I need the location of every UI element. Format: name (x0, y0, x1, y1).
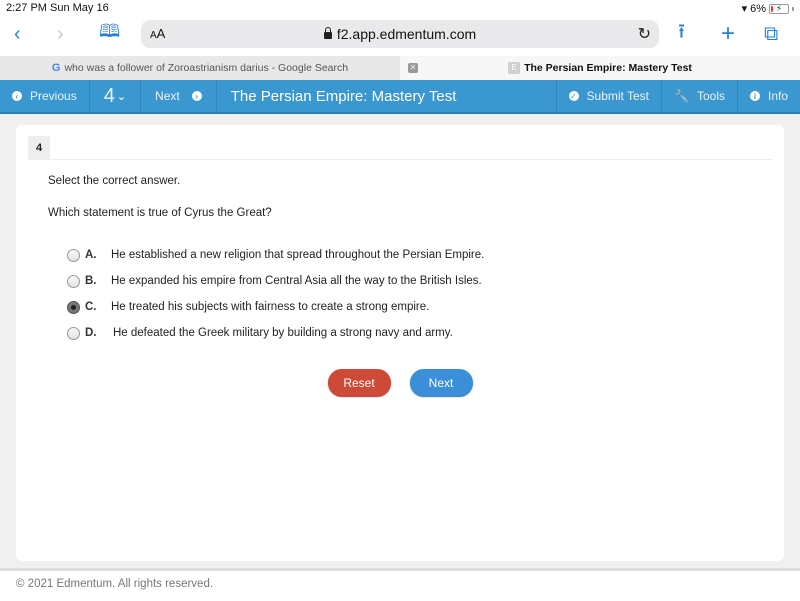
tab-persian-empire[interactable]: ✕ E The Persian Empire: Mastery Test (400, 56, 800, 80)
previous-label: Previous (30, 89, 77, 103)
lock-icon (323, 27, 332, 39)
option-d[interactable]: D. He defeated the Greek military by bui… (67, 320, 484, 346)
status-right: ▾ 6% ⚡ (742, 2, 794, 15)
previous-button[interactable]: ‹ Previous (0, 80, 90, 112)
edmentum-icon: E (508, 62, 521, 74)
chevron-down-icon: ⌄ (116, 90, 127, 103)
option-letter: B. (85, 275, 97, 287)
next-button[interactable]: Next (409, 369, 473, 396)
bookmarks-icon[interactable]: 🕮 (99, 21, 120, 46)
option-text: He expanded his empire from Central Asia… (111, 275, 482, 287)
wifi-icon: ▾ (741, 3, 748, 15)
option-text: He treated his subjects with fairness to… (111, 301, 430, 313)
question-number: 4 (103, 84, 115, 107)
option-letter: A. (85, 249, 97, 261)
wrench-icon: 🔧 (674, 89, 689, 103)
browser-toolbar: ‹ › 🕮 AA f2.app.edmentum.com ↻ ⭱ + ⧉ (0, 16, 800, 56)
question-number-tab: 4 (28, 136, 50, 159)
status-date: Sun May 16 (50, 2, 109, 14)
address-bar[interactable]: AA f2.app.edmentum.com ↻ (141, 20, 659, 48)
browser-tabs: G who was a follower of Zoroastrianism d… (0, 56, 800, 80)
battery-percent: 6% (750, 2, 766, 15)
question-selector[interactable]: 4 ⌄ (90, 80, 142, 112)
new-tab-icon[interactable]: + (721, 20, 735, 47)
status-bar: 2:27 PM Sun May 16 ▾ 6% ⚡ (0, 0, 800, 16)
instruction-text: Select the correct answer. (48, 175, 181, 187)
option-letter: D. (85, 327, 97, 339)
info-button[interactable]: i Info (736, 80, 800, 112)
option-text: He established a new religion that sprea… (111, 249, 485, 261)
status-time: 2:27 PM (6, 2, 47, 14)
check-circle-icon: ✓ (568, 91, 579, 101)
answer-options: A. He established a new religion that sp… (67, 242, 484, 346)
tab-title: who was a follower of Zoroastrianism dar… (64, 62, 349, 74)
back-icon[interactable]: ‹ (14, 22, 21, 46)
tools-button[interactable]: 🔧 Tools (661, 80, 737, 112)
arrow-left-circle-icon: ‹ (12, 91, 22, 101)
question-prompt: Which statement is true of Cyrus the Gre… (48, 207, 272, 219)
next-nav-button[interactable]: Next › (141, 80, 217, 112)
radio-button[interactable] (67, 248, 80, 262)
option-c[interactable]: C. He treated his subjects with fairness… (67, 294, 484, 320)
tabs-overview-icon[interactable]: ⧉ (764, 22, 778, 46)
next-label: Next (155, 89, 180, 103)
option-b[interactable]: B. He expanded his empire from Central A… (67, 268, 484, 294)
radio-button[interactable] (67, 326, 80, 340)
test-navbar: ‹ Previous 4 ⌄ Next › The Persian Empire:… (0, 80, 800, 114)
info-icon: i (749, 91, 760, 101)
option-text: He defeated the Greek military by buildi… (113, 327, 453, 339)
battery-icon: ⚡ (769, 3, 789, 14)
arrow-right-circle-icon: › (191, 91, 202, 101)
copyright-text: © 2021 Edmentum. All rights reserved. (16, 578, 214, 590)
option-letter: C. (85, 301, 97, 313)
divider (28, 159, 772, 160)
close-tab-icon[interactable]: ✕ (408, 63, 418, 73)
forward-icon[interactable]: › (57, 22, 64, 46)
radio-button[interactable] (67, 274, 80, 288)
tab-google-search[interactable]: G who was a follower of Zoroastrianism d… (0, 56, 400, 80)
reset-button[interactable]: Reset (327, 369, 391, 396)
google-icon: G (51, 62, 61, 74)
url-text: f2.app.edmentum.com (336, 26, 477, 42)
radio-button-selected[interactable] (67, 300, 80, 314)
option-a[interactable]: A. He established a new religion that sp… (67, 242, 484, 268)
footer: © 2021 Edmentum. All rights reserved. (0, 571, 800, 601)
reload-icon[interactable]: ↻ (638, 24, 651, 44)
submit-test-button[interactable]: ✓ Submit Test (555, 80, 661, 112)
share-icon[interactable]: ⭱ (678, 21, 685, 46)
question-card: 4 Select the correct answer. Which state… (16, 125, 784, 561)
submit-label: Submit Test (586, 89, 650, 103)
action-buttons: Reset Next (16, 369, 784, 396)
tools-label: Tools (696, 89, 725, 103)
tab-title: The Persian Empire: Mastery Test (524, 62, 692, 74)
test-title: The Persian Empire: Mastery Test (230, 87, 457, 105)
info-label: Info (767, 89, 788, 103)
